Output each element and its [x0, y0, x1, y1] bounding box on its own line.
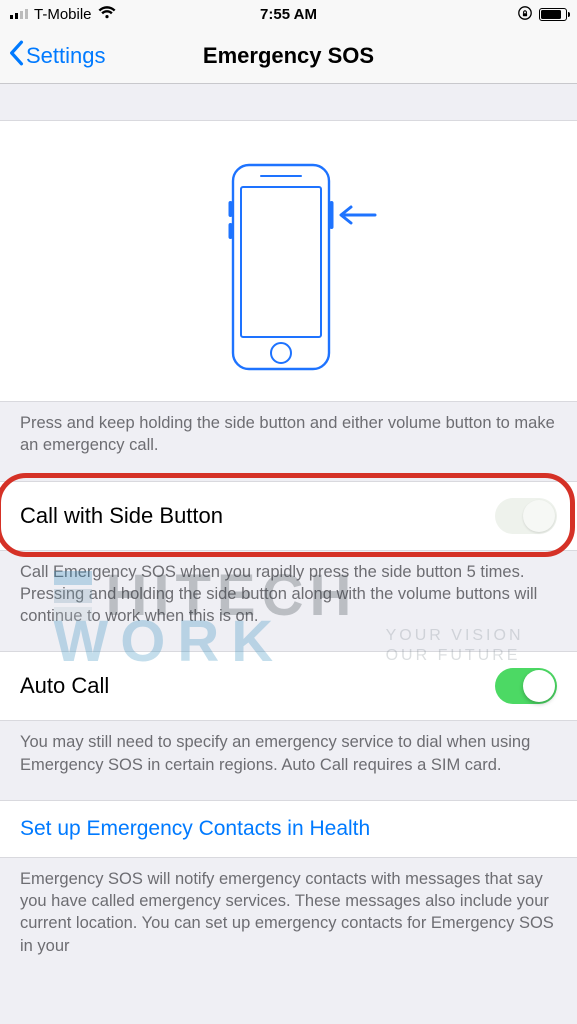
cellular-signal-icon — [10, 9, 28, 19]
back-button[interactable]: Settings — [8, 40, 106, 72]
status-right — [517, 5, 567, 24]
call-with-side-button-row[interactable]: Call with Side Button — [0, 481, 577, 551]
call-with-side-button-toggle[interactable] — [495, 498, 557, 534]
auto-call-toggle[interactable] — [495, 668, 557, 704]
illustration-panel — [0, 120, 577, 402]
illustration-footer-text: Press and keep holding the side button a… — [0, 402, 577, 481]
back-label: Settings — [26, 43, 106, 69]
carrier-label: T-Mobile — [34, 6, 92, 23]
battery-icon — [539, 8, 567, 21]
wifi-icon — [98, 6, 116, 23]
status-time: 7:55 AM — [260, 6, 317, 23]
auto-call-label: Auto Call — [20, 673, 109, 699]
navigation-bar: Settings Emergency SOS — [0, 28, 577, 84]
setup-emergency-contacts-label: Set up Emergency Contacts in Health — [20, 817, 370, 841]
call-with-side-button-label: Call with Side Button — [20, 503, 223, 529]
page-title: Emergency SOS — [203, 43, 374, 69]
setup-emergency-contacts-footer: Emergency SOS will notify emergency cont… — [0, 858, 577, 981]
setup-emergency-contacts-row[interactable]: Set up Emergency Contacts in Health — [0, 800, 577, 858]
settings-content: Press and keep holding the side button a… — [0, 120, 577, 981]
chevron-left-icon — [8, 40, 24, 72]
status-bar: T-Mobile 7:55 AM — [0, 0, 577, 28]
orientation-lock-icon — [517, 5, 533, 24]
auto-call-footer: You may still need to specify an emergen… — [0, 721, 577, 800]
status-left: T-Mobile — [10, 6, 116, 23]
call-with-side-button-footer: Call Emergency SOS when you rapidly pres… — [0, 551, 577, 652]
phone-side-button-illustration-icon — [199, 161, 379, 373]
auto-call-row[interactable]: Auto Call — [0, 651, 577, 721]
